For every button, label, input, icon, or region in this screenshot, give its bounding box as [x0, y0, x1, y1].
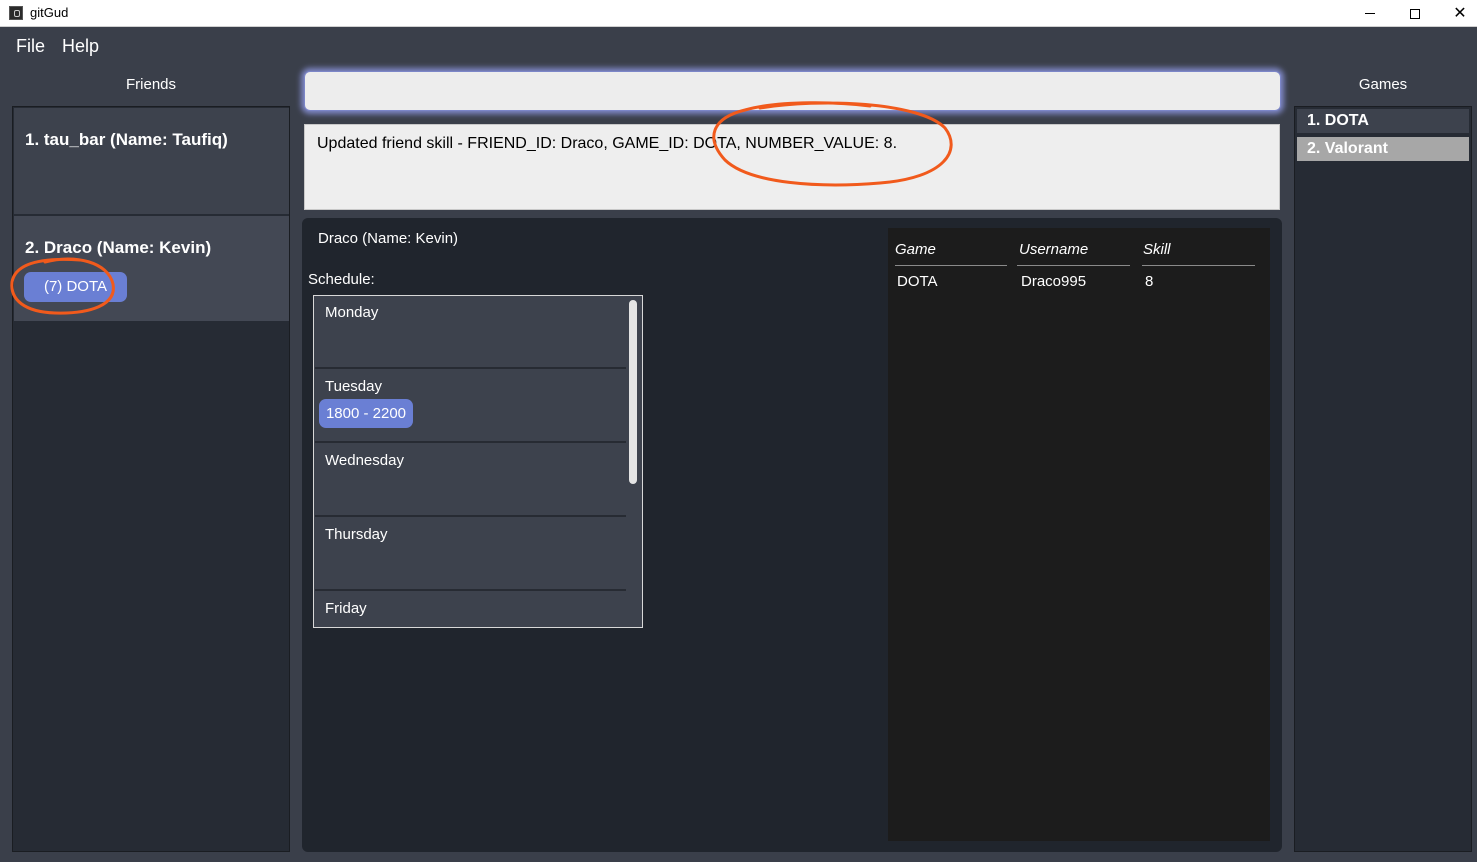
- table-cell-game: DOTA: [897, 273, 938, 290]
- friend-games-table: Game Username Skill DOTA Draco995 8: [888, 228, 1270, 841]
- table-header-username: Username: [1019, 241, 1089, 258]
- window-title: gitGud: [30, 5, 69, 20]
- maximize-button[interactable]: [1392, 0, 1438, 27]
- minimize-button[interactable]: [1347, 0, 1393, 27]
- schedule-day-tuesday: Tuesday 1800 - 2200: [315, 370, 626, 443]
- friend-card-tau-bar[interactable]: 1. tau_bar (Name: Taufiq): [14, 108, 289, 214]
- games-list-item-dota[interactable]: 1. DOTA: [1297, 109, 1469, 133]
- app-icon: [9, 6, 23, 20]
- close-icon: ✕: [1453, 4, 1467, 22]
- schedule-scrollbar[interactable]: [629, 300, 637, 484]
- menu-file[interactable]: File: [16, 36, 45, 57]
- time-slot-tag: 1800 - 2200: [319, 399, 413, 428]
- schedule-day-thursday: Thursday: [315, 518, 626, 591]
- day-label: Tuesday: [325, 378, 382, 395]
- table-header-game: Game: [895, 241, 936, 258]
- friend-title: 2. Draco (Name: Kevin): [25, 238, 212, 257]
- friend-detail-panel: Draco (Name: Kevin) Schedule: Monday Tue…: [302, 218, 1282, 852]
- table-cell-username: Draco995: [1021, 273, 1087, 290]
- schedule-day-friday: Friday: [315, 592, 626, 627]
- table-header-divider: [895, 265, 1007, 266]
- schedule-label: Schedule:: [308, 271, 375, 288]
- games-heading: Games: [1358, 76, 1408, 93]
- schedule-list[interactable]: Monday Tuesday 1800 - 2200 Wednesday Thu…: [313, 295, 643, 628]
- table-cell-skill: 8: [1145, 273, 1154, 290]
- games-list[interactable]: 1. DOTA 2. Valorant: [1294, 106, 1472, 852]
- friend-card-draco[interactable]: 2. Draco (Name: Kevin) (7) DOTA: [14, 216, 289, 321]
- result-display: Updated friend skill - FRIEND_ID: Draco,…: [304, 124, 1280, 210]
- day-label: Wednesday: [325, 452, 404, 469]
- command-input[interactable]: [304, 71, 1281, 111]
- close-button[interactable]: ✕: [1437, 0, 1477, 27]
- friend-game-tag: (7) DOTA: [24, 272, 127, 302]
- table-header-skill: Skill: [1143, 241, 1171, 258]
- schedule-day-monday: Monday: [315, 296, 626, 369]
- table-header-divider: [1017, 265, 1130, 266]
- games-list-item-valorant[interactable]: 2. Valorant: [1297, 137, 1469, 161]
- maximize-icon: [1410, 8, 1420, 19]
- day-label: Thursday: [325, 526, 388, 543]
- friend-title: 1. tau_bar (Name: Taufiq): [25, 130, 228, 149]
- table-header-divider: [1142, 265, 1255, 266]
- detail-friend-name: Draco (Name: Kevin): [318, 230, 459, 247]
- menu-help[interactable]: Help: [62, 36, 99, 57]
- title-bar: gitGud ✕: [0, 0, 1477, 27]
- day-label: Monday: [325, 304, 379, 321]
- schedule-day-wednesday: Wednesday: [315, 444, 626, 517]
- day-label: Friday: [325, 600, 367, 617]
- friends-list[interactable]: 1. tau_bar (Name: Taufiq) 2. Draco (Name…: [12, 106, 290, 852]
- minimize-icon: [1365, 13, 1375, 14]
- menu-bar: File Help: [0, 28, 1477, 64]
- friends-heading: Friends: [125, 76, 177, 93]
- result-message: Updated friend skill - FRIEND_ID: Draco,…: [317, 135, 898, 152]
